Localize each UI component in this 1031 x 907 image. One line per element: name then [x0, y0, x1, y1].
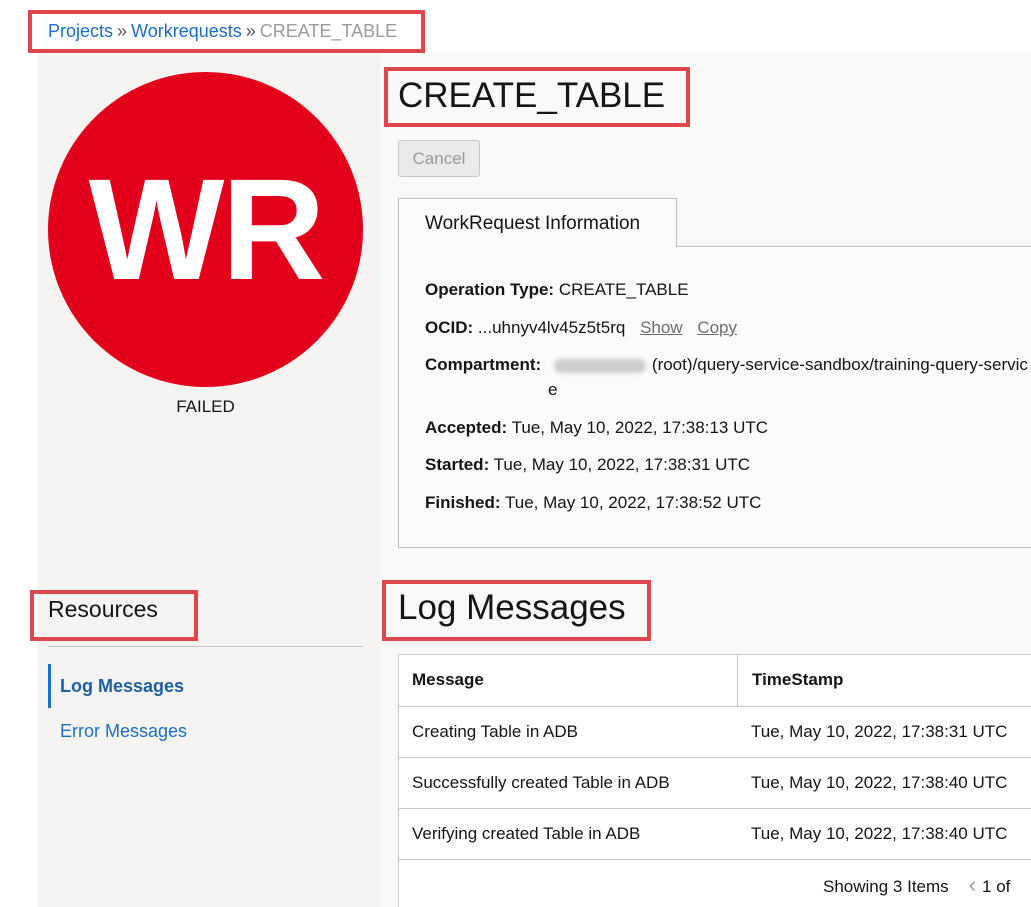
- resource-item-log-messages[interactable]: Log Messages: [48, 664, 363, 708]
- row-timestamp: Tue, May 10, 2022, 17:38:31 UTC: [751, 722, 1008, 741]
- resource-item-error-messages[interactable]: Error Messages: [48, 709, 363, 753]
- log-messages-table: Message TimeStamp Creating Table in ADB …: [398, 654, 1031, 907]
- row-divider: [399, 808, 1031, 809]
- row-timestamp: Tue, May 10, 2022, 17:38:40 UTC: [751, 824, 1008, 843]
- started-value: Tue, May 10, 2022, 17:38:31 UTC: [493, 455, 751, 474]
- started-label: Started:: [425, 455, 490, 474]
- row-divider: [399, 859, 1031, 860]
- accepted-value: Tue, May 10, 2022, 17:38:13 UTC: [511, 418, 769, 437]
- highlight-box-breadcrumb: [28, 10, 425, 53]
- row-message: Successfully created Table in ADB: [412, 773, 670, 792]
- redacted-tenancy-name: [553, 358, 646, 373]
- operation-type-row: Operation Type: CREATE_TABLE: [425, 280, 689, 300]
- operation-type-value: CREATE_TABLE: [558, 280, 689, 299]
- ocid-copy-link[interactable]: Copy: [697, 318, 737, 337]
- accepted-row: Accepted: Tue, May 10, 2022, 17:38:13 UT…: [425, 418, 768, 438]
- compartment-value: (root)/query-service-sandbox/training-qu…: [651, 355, 1028, 374]
- chevron-left-icon[interactable]: ‹: [969, 872, 976, 897]
- compartment-wrap: e: [548, 380, 558, 399]
- row-message: Verifying created Table in ADB: [412, 824, 641, 843]
- table-footer: Showing 3 Items ‹ 1 of: [823, 872, 1010, 898]
- status-label: FAILED: [176, 397, 235, 416]
- compartment-row: Compartment: (root)/query-service-sandbo…: [425, 355, 1028, 375]
- finished-value: Tue, May 10, 2022, 17:38:52 UTC: [504, 493, 762, 512]
- highlight-box-title: [384, 67, 690, 127]
- ocid-row: OCID: ...uhnyv4lv45z5t5rq Show Copy: [425, 318, 737, 338]
- resources-divider: [48, 646, 363, 647]
- finished-row: Finished: Tue, May 10, 2022, 17:38:52 UT…: [425, 493, 761, 513]
- page-indicator: 1 of: [982, 877, 1011, 896]
- accepted-label: Accepted:: [425, 418, 508, 437]
- tab-workrequest-information[interactable]: WorkRequest Information: [398, 198, 677, 247]
- highlight-box-log-messages: [382, 580, 651, 641]
- row-divider: [399, 706, 1031, 707]
- ocid-label: OCID:: [425, 318, 474, 337]
- row-message: Creating Table in ADB: [412, 722, 579, 741]
- column-header-timestamp[interactable]: TimeStamp: [752, 670, 843, 690]
- row-divider: [399, 757, 1031, 758]
- column-header-message[interactable]: Message: [412, 670, 484, 690]
- finished-label: Finished:: [425, 493, 501, 512]
- cancel-button[interactable]: Cancel: [398, 140, 480, 177]
- compartment-label: Compartment:: [425, 355, 542, 374]
- ocid-value: ...uhnyv4lv45z5t5rq: [477, 318, 626, 337]
- highlight-box-resources: [30, 590, 198, 641]
- ocid-show-link[interactable]: Show: [640, 318, 683, 337]
- column-divider: [737, 655, 738, 706]
- operation-type-label: Operation Type:: [425, 280, 555, 299]
- showing-items-count: Showing 3 Items: [823, 877, 949, 896]
- avatar-initials: WR: [88, 148, 326, 310]
- workrequest-avatar: WR: [48, 72, 363, 387]
- tab-divider: [676, 246, 1031, 247]
- row-timestamp: Tue, May 10, 2022, 17:38:40 UTC: [751, 773, 1008, 792]
- started-row: Started: Tue, May 10, 2022, 17:38:31 UTC: [425, 455, 750, 475]
